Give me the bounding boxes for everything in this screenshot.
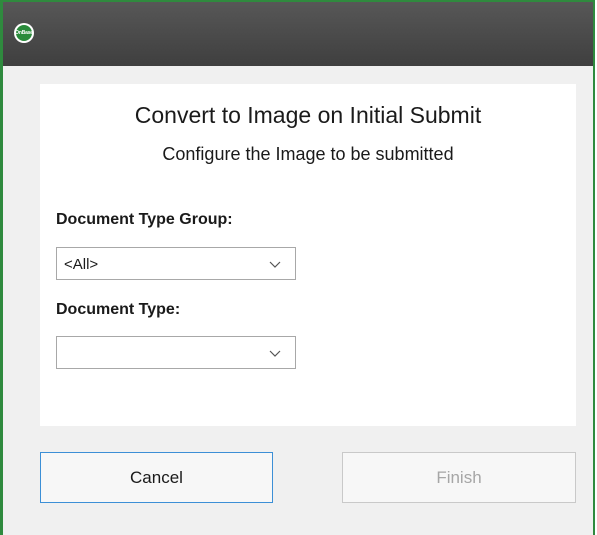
title-bar[interactable]: OnBase [3,2,593,66]
document-type-label: Document Type: [56,301,181,318]
document-type-group-value: <All> [64,256,99,273]
chevron-down-icon [269,261,281,268]
onbase-logo-icon: OnBase [14,23,34,43]
content-panel: Convert to Image on Initial Submit Confi… [40,84,576,426]
document-type-select[interactable] [56,336,296,369]
dialog-title: Convert to Image on Initial Submit [134,102,482,128]
document-type-group-select[interactable]: <All> [56,247,296,280]
cancel-button[interactable]: Cancel [40,452,273,503]
chevron-down-icon [269,350,281,357]
document-type-group-label: Document Type Group: [56,211,233,228]
app-logo-text: OnBase [15,25,33,41]
cancel-button-label: Cancel [130,467,183,487]
dialog-subtitle: Configure the Image to be submitted [162,144,454,164]
finish-button-label: Finish [436,467,482,487]
finish-button[interactable]: Finish [342,452,576,503]
